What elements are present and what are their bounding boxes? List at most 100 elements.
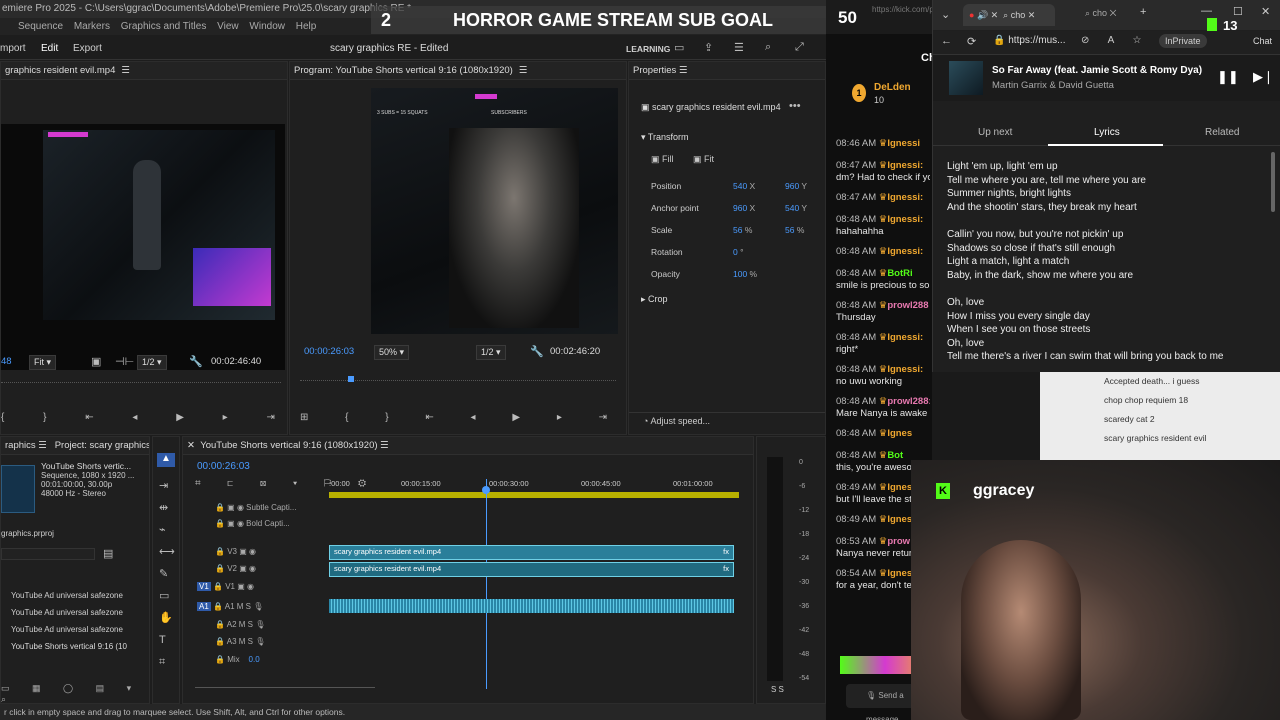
project-item-1[interactable]: YouTube Ad universal safezone (11, 591, 123, 600)
workspace-icon[interactable]: ▭ (674, 41, 684, 54)
share-icon[interactable]: ⇪ (704, 41, 713, 54)
program-scrubber[interactable] (300, 376, 616, 386)
playlist-item-3[interactable]: scaredy cat 2 (1040, 410, 1280, 429)
track-v1-header[interactable]: V1 🔒 V1 ▣ ◉ (197, 582, 254, 591)
tab-edit[interactable]: Edit (41, 43, 58, 54)
new-tab-icon[interactable]: + (1140, 6, 1146, 18)
fit-button[interactable]: ▣ Fit (693, 154, 714, 165)
source-res-dropdown[interactable]: 1/2 ▾ (137, 355, 167, 370)
row-value-1[interactable]: 0 ° (733, 247, 744, 257)
menu-help[interactable]: Help (296, 21, 317, 32)
row-value-1[interactable]: 56 % (733, 225, 752, 235)
caption-track-1[interactable]: 🔒 ▣ ◉ Subtle Capti... (215, 503, 296, 512)
crop-section[interactable]: ▸ Crop (641, 294, 668, 305)
track-a3-header[interactable]: 🔒 A3 M S 🎙 (215, 637, 265, 646)
tab-up-next[interactable]: Up next (978, 127, 1012, 138)
row-value-1[interactable]: 540 X (733, 181, 755, 191)
chat-username[interactable]: Ignes (887, 428, 912, 439)
chat-message[interactable]: 08:48 AM ♛Ignes (836, 428, 930, 440)
trim-icon[interactable]: ⊣⊢ (115, 354, 134, 370)
song-title[interactable]: So Far Away (feat. Jamie Scott & Romy Dy… (992, 65, 1202, 76)
playlist-item-1[interactable]: Accepted death... i guess (1040, 372, 1280, 391)
row-value-2[interactable]: 960 Y (785, 181, 807, 191)
project-item-3[interactable]: YouTube Ad universal safezone (11, 625, 123, 634)
chat-username[interactable]: Ignessi: (887, 332, 923, 343)
menu-graphics[interactable]: Graphics and Titles (121, 21, 207, 32)
track-v2-header[interactable]: 🔒 V2 ▣ ◉ (215, 564, 256, 573)
tab-export[interactable]: Export (73, 43, 102, 54)
url-field[interactable]: 🔒 https://mus... (993, 35, 1065, 46)
chat-username[interactable]: Ignessi: (887, 192, 923, 203)
wrench-icon[interactable]: 🔧 (189, 354, 203, 370)
chat-username[interactable]: Ignessi: (887, 160, 923, 171)
close-window-icon[interactable]: ✕ (1261, 5, 1270, 18)
inprivate-badge[interactable]: InPrivate (1159, 34, 1207, 48)
chat-message[interactable]: 08:47 AM ♛Ignessi: (836, 192, 930, 204)
adjust-speed-button[interactable]: ◔ Adjust speed... (629, 412, 825, 428)
chat-message[interactable]: 08:48 AM ♛Ignessi: hahahahha (836, 214, 930, 238)
chat-username[interactable]: Bot (887, 450, 903, 461)
source-tab[interactable]: graphics resident evil.mp4 ☰ (1, 62, 287, 80)
browser-tab-2[interactable]: ⌕ cho ✕ (1085, 8, 1116, 19)
chat-username[interactable]: Ignessi: (887, 214, 923, 225)
project-tabs[interactable]: raphics ☰ Project: scary graphics (1, 437, 149, 455)
audio-clip-a1[interactable] (329, 599, 734, 613)
clip-v2[interactable]: scary graphics resident evil.mp4 fx (329, 562, 734, 577)
chat-username[interactable]: prowl288: (887, 396, 930, 407)
source-scrubber[interactable] (1, 382, 281, 386)
playlist-item-4[interactable]: scary graphics resident evil (1040, 429, 1280, 448)
clip-v3[interactable]: scary graphics resident evil.mp4 fx (329, 545, 734, 560)
program-tab[interactable]: Program: YouTube Shorts vertical 9:16 (1… (290, 62, 626, 80)
chat-message[interactable]: 08:47 AM ♛Ignessi: dm? Had to check if yo… (836, 160, 930, 184)
row-value-1[interactable]: 100 % (733, 269, 757, 279)
row-value-1[interactable]: 960 X (733, 203, 755, 213)
timeline-zoom-slider[interactable] (195, 687, 375, 688)
chat-username[interactable]: prow (887, 536, 910, 547)
track-a2-header[interactable]: 🔒 A2 M S 🎙 (215, 620, 265, 629)
chat-message[interactable]: 08:48 AM ♛BotRismile is precious to so s… (836, 268, 930, 292)
copilot-chat[interactable]: Chat (1253, 36, 1272, 46)
menu-icon[interactable]: ☰ (734, 41, 744, 54)
chat-username[interactable]: prowl288 (887, 300, 928, 311)
menu-markers[interactable]: Markers (74, 21, 110, 32)
program-zoom-dropdown[interactable]: 50% ▾ (374, 345, 410, 360)
pause-icon[interactable]: ❚❚ (1217, 69, 1239, 85)
back-icon[interactable]: ← (941, 35, 952, 47)
timeline-playhead[interactable] (486, 479, 487, 689)
program-transport[interactable]: ⊞ { } ⇤ ◂ ▶ ▸ ⇥ ⊞ ⊟ » (300, 412, 740, 426)
source-fit-dropdown[interactable]: Fit ▾ (29, 355, 57, 370)
timeline-tab[interactable]: ✕ YouTube Shorts vertical 9:16 (1080x192… (183, 437, 753, 455)
chat-message[interactable]: 08:48 AM ♛Ignessi: right* (836, 332, 930, 356)
top-gifter-name[interactable]: DeLden (874, 82, 911, 93)
meter-solo[interactable]: S S (771, 685, 784, 694)
chat-username[interactable]: Ignessi: (887, 364, 923, 375)
tab-lyrics[interactable]: Lyrics (1094, 127, 1120, 138)
mix-track[interactable]: 🔒 Mix 0.0 (215, 655, 260, 664)
source-transport[interactable]: { } ⇤ ◂ ▶ ▸ ⇥ ⊞ ⊟ » (1, 412, 414, 426)
browser-tab-active[interactable]: ● 🔊 ✕ ⌕ cho ✕ (963, 4, 1055, 26)
playlist-item-2[interactable]: chop chop requiem 18 (1040, 391, 1280, 410)
chat-message[interactable]: 08:46 AM ♛Ignessi (836, 138, 930, 150)
chat-username[interactable]: Ignes (887, 514, 912, 525)
properties-tab[interactable]: Properties ☰ (629, 62, 825, 80)
menu-sequence[interactable]: Sequence (18, 21, 63, 32)
tab-related[interactable]: Related (1205, 127, 1239, 138)
caption-track-2[interactable]: 🔒 ▣ ◉ Bold Capti... (215, 519, 290, 528)
tab-import[interactable]: mport (0, 43, 26, 54)
selection-tool-icon[interactable]: ▲ (157, 453, 175, 467)
song-artist[interactable]: Martin Garrix & David Guetta (992, 80, 1114, 91)
menu-view[interactable]: View (217, 21, 239, 32)
chat-message[interactable]: 08:48 AM ♛prowl288: Mare Nanya is awake (836, 396, 930, 420)
fullscreen-icon[interactable]: ⤢ (795, 41, 804, 54)
next-icon[interactable]: ▶❘ (1253, 69, 1274, 85)
bin-icon[interactable]: ▤ (103, 547, 113, 560)
chat-username[interactable]: Ignes (887, 568, 912, 579)
program-wrench-icon[interactable]: 🔧 (530, 344, 544, 360)
tool-icons[interactable]: ⇥ ⇹ ⌁ ⟷ ✎ ▭ ✋ T ⌗ (159, 475, 175, 673)
safe-margin-icon[interactable]: ▣ (91, 354, 101, 370)
more-options-icon[interactable]: ••• (789, 100, 801, 112)
chat-username[interactable]: BotRi (887, 268, 912, 279)
track-v3-header[interactable]: 🔒 V3 ▣ ◉ (215, 547, 256, 556)
row-value-2[interactable]: 56 % (785, 225, 804, 235)
chat-message[interactable]: 08:48 AM ♛Ignessi: no uwu working (836, 364, 930, 388)
